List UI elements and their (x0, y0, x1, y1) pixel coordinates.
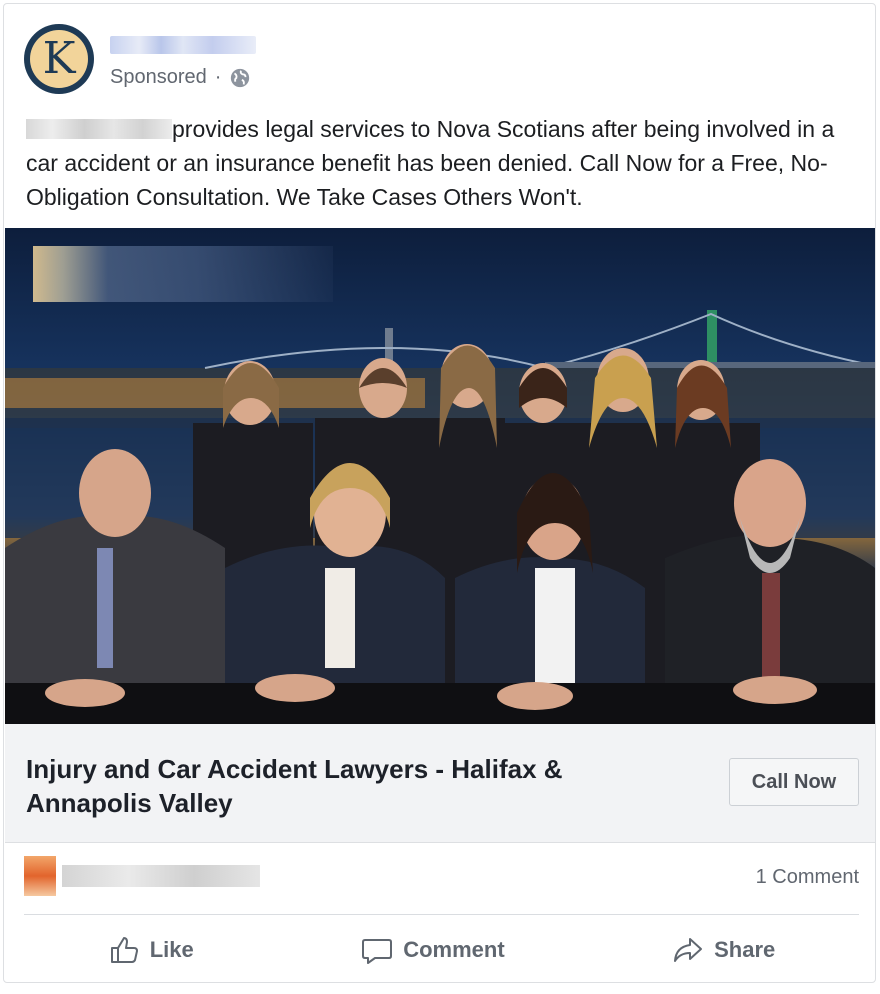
avatar-logo-letter: K (30, 30, 88, 88)
like-button[interactable]: Like (108, 934, 194, 966)
page-avatar[interactable]: K (24, 24, 94, 94)
page-name-redacted[interactable] (110, 36, 256, 54)
post-header: K Sponsored · (24, 24, 844, 100)
sponsored-post-card: K Sponsored · provides legal services to… (3, 3, 876, 983)
reaction-names-redacted (61, 865, 260, 887)
post-body-text: provides legal services to Nova Scotians… (26, 112, 861, 214)
link-headline[interactable]: Injury and Car Accident Lawyers - Halifa… (26, 752, 646, 820)
comment-bubble-icon (362, 939, 393, 964)
share-button[interactable]: Share (672, 934, 775, 966)
ad-image-team-photo[interactable] (5, 228, 875, 724)
link-preview-footer[interactable]: Injury and Car Accident Lawyers - Halifa… (5, 724, 875, 843)
photo-logo-redacted (33, 246, 333, 302)
reaction-icon (24, 856, 56, 896)
reactions-summary-redacted[interactable] (24, 854, 260, 898)
meta-separator: · (214, 66, 222, 88)
comment-button[interactable]: Comment (361, 934, 505, 966)
sponsored-label[interactable]: Sponsored (110, 66, 207, 89)
like-label: Like (149, 937, 194, 962)
share-label: Share (714, 937, 776, 962)
post-actions: Like Comment Share (24, 918, 859, 982)
thumbs-up-icon (110, 937, 138, 963)
team-photo-illustration (5, 310, 875, 724)
action-divider (24, 914, 859, 915)
post-meta: Sponsored · (110, 66, 251, 89)
comment-count[interactable]: 1 Comment (756, 866, 859, 889)
comment-label: Comment (403, 937, 505, 962)
call-now-button[interactable]: Call Now (729, 758, 859, 806)
share-arrow-icon (674, 938, 703, 962)
globe-icon[interactable] (229, 67, 251, 89)
redacted-business-name (26, 119, 172, 139)
